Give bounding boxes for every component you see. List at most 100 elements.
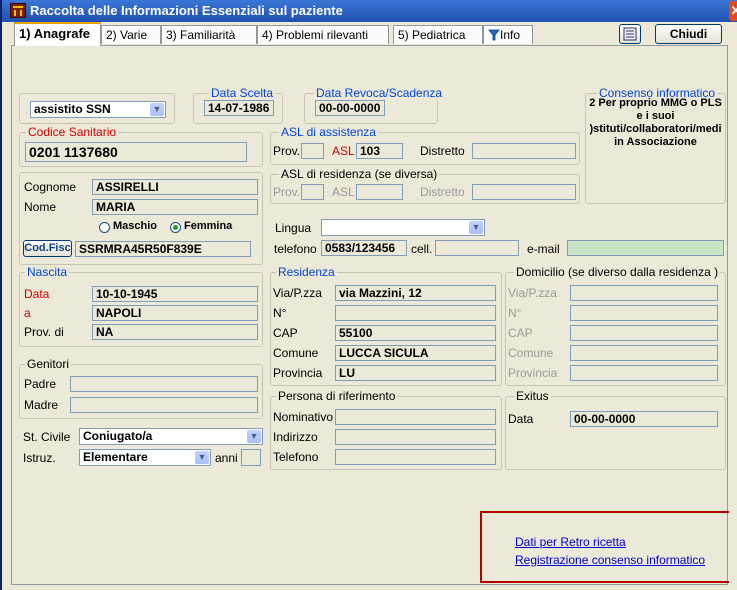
exitus-data-field[interactable]: 00-00-0000 — [570, 411, 718, 427]
email-field[interactable] — [567, 240, 724, 256]
nome-field[interactable]: MARIA — [92, 199, 258, 215]
riferimento-telefono-label: Telefono — [273, 450, 319, 464]
asl-prov-label: Prov. — [273, 144, 301, 158]
codfisc-field[interactable]: SSRMRA45R50F839E — [75, 241, 251, 257]
residenza-group: Residenza Via/P.zza via Mazzini, 12 N° C… — [270, 265, 502, 386]
nascita-luogo-field[interactable]: NAPOLI — [92, 305, 258, 321]
radio-femmina[interactable] — [170, 222, 181, 233]
distretto-field[interactable] — [472, 143, 576, 159]
res-n-label: N° — [273, 306, 287, 320]
retro-ricetta-link[interactable]: Dati per Retro ricetta — [515, 535, 626, 549]
cognome-label: Cognome — [24, 180, 77, 194]
res-n-field[interactable] — [335, 305, 496, 321]
nascita-group: Nascita Data 10-10-1945 a NAPOLI Prov. d… — [19, 265, 263, 347]
nascita-prov-label: Prov. di — [24, 325, 64, 339]
data-scelta-field[interactable]: 14-07-1986 — [204, 100, 274, 116]
radio-maschio[interactable] — [99, 222, 110, 233]
nome-label: Nome — [24, 200, 57, 214]
aslres-prov-field[interactable] — [301, 184, 324, 200]
residenza-label: Residenza — [276, 265, 337, 279]
data-revoca-field[interactable]: 00-00-0000 — [315, 100, 385, 116]
dom-cap-label: CAP — [508, 326, 533, 340]
aslres-distretto-field[interactable] — [472, 184, 576, 200]
list-icon — [623, 27, 637, 41]
stato-civile-label: St. Civile — [23, 430, 71, 444]
res-cap-field[interactable]: 55100 — [335, 325, 496, 341]
res-via-field[interactable]: via Mazzini, 12 — [335, 285, 496, 301]
aslres-asl-field[interactable] — [356, 184, 403, 200]
anni-label: anni — [215, 451, 238, 465]
registrazione-consenso-link[interactable]: Registrazione consenso informatico — [515, 553, 705, 567]
res-comune-field[interactable]: LUCCA SICULA — [335, 345, 496, 361]
tab-info-label: Info — [500, 28, 521, 42]
data-revoca-group: Data Revoca/Scadenza 00-00-0000 — [304, 86, 445, 124]
dom-via-field[interactable] — [570, 285, 718, 301]
tab-problemi-rilevanti[interactable]: 4) Problemi rilevanti — [257, 25, 389, 44]
asl-prov-field[interactable] — [301, 143, 324, 159]
asl-residenza-group: ASL di residenza (se diversa) Prov. ASL … — [270, 167, 580, 204]
anagrafica-group: Cognome ASSIRELLI Nome MARIA Maschio Fem… — [19, 172, 263, 265]
chevron-down-icon: ▼ — [247, 430, 261, 443]
close-button[interactable]: Chiudi — [655, 24, 722, 44]
codice-sanitario-group: Codice Sanitario 0201 1137680 — [19, 125, 263, 167]
nascita-luogo-label: a — [24, 306, 31, 320]
title-bar: Raccolta delle Informazioni Essenziali s… — [2, 0, 737, 22]
data-revoca-label: Data Revoca/Scadenza — [314, 86, 445, 100]
padre-field[interactable] — [70, 376, 258, 392]
stato-civile-value: Coniugato/a — [83, 429, 153, 443]
cell-label: cell. — [411, 242, 433, 256]
assistito-select[interactable]: assistito SSN ▼ — [30, 101, 166, 118]
tab-anagrafe[interactable]: 1) Anagrafe — [14, 22, 101, 46]
dom-via-label: Via/P.zza — [508, 286, 557, 300]
anni-field[interactable] — [241, 449, 261, 466]
nascita-data-field[interactable]: 10-10-1945 — [92, 286, 258, 302]
castle-icon — [10, 3, 26, 18]
telefono-field[interactable]: 0583/123456 — [321, 240, 407, 256]
nascita-data-label: Data — [24, 287, 50, 301]
tab-varie[interactable]: 2) Varie — [101, 25, 161, 44]
tab-pediatrica[interactable]: 5) Pediatrica — [393, 25, 483, 44]
dom-cap-field[interactable] — [570, 325, 718, 341]
codice-sanitario-field[interactable]: 0201 1137680 — [25, 142, 247, 162]
highlight-box: Dati per Retro ricetta Registrazione con… — [480, 511, 729, 583]
lingua-select[interactable]: ▼ — [321, 219, 485, 236]
istruzione-select[interactable]: Elementare ▼ — [79, 449, 211, 466]
tab-familiarita[interactable]: 3) Familiarità — [161, 25, 257, 44]
toolbar-list-button[interactable] — [619, 24, 641, 44]
dom-provincia-label: Provincia — [508, 366, 558, 380]
femmina-label: Femmina — [184, 220, 233, 232]
nominativo-field[interactable] — [335, 409, 496, 425]
cognome-field[interactable]: ASSIRELLI — [92, 179, 258, 195]
email-label: e-mail — [527, 242, 560, 256]
padre-label: Padre — [24, 377, 57, 391]
stato-civile-select[interactable]: Coniugato/a ▼ — [79, 428, 263, 445]
dom-provincia-field[interactable] — [570, 365, 718, 381]
asl-field[interactable]: 103 — [356, 143, 403, 159]
res-provincia-field[interactable]: LU — [335, 365, 496, 381]
cell-field[interactable] — [435, 240, 519, 256]
genitori-label: Genitori — [25, 357, 72, 371]
funnel-icon — [488, 29, 500, 41]
codfisc-button[interactable]: Cod.Fisc — [23, 240, 72, 257]
domicilio-group: Domicilio (se diverso dalla residenza ) … — [505, 265, 726, 386]
exitus-group: Exitus Data 00-00-0000 — [505, 389, 726, 470]
domicilio-label: Domicilio (se diverso dalla residenza ) — [514, 265, 721, 279]
lingua-label: Lingua — [275, 221, 312, 235]
main-window: Raccolta delle Informazioni Essenziali s… — [0, 0, 737, 590]
tab-info[interactable]: Info — [483, 25, 533, 44]
dom-comune-field[interactable] — [570, 345, 718, 361]
consenso-group: Consenso informatico 2 Per proprio MMG o… — [585, 86, 726, 204]
dom-n-field[interactable] — [570, 305, 718, 321]
dom-comune-label: Comune — [508, 346, 554, 360]
res-comune-label: Comune — [273, 346, 319, 360]
riferimento-telefono-field[interactable] — [335, 449, 496, 465]
nascita-label: Nascita — [25, 265, 70, 279]
window-close-icon[interactable]: ✕ — [729, 1, 737, 21]
anagrafe-panel: assistito SSN ▼ Data Scelta 14-07-1986 D… — [11, 45, 729, 585]
nascita-prov-field[interactable]: NA — [92, 324, 258, 340]
codice-sanitario-label: Codice Sanitario — [26, 125, 119, 139]
asl-assistenza-group: ASL di assistenza Prov. ASL 103 Distrett… — [270, 125, 580, 165]
indirizzo-field[interactable] — [335, 429, 496, 445]
madre-field[interactable] — [70, 397, 258, 413]
aslres-distretto-label: Distretto — [420, 185, 465, 199]
